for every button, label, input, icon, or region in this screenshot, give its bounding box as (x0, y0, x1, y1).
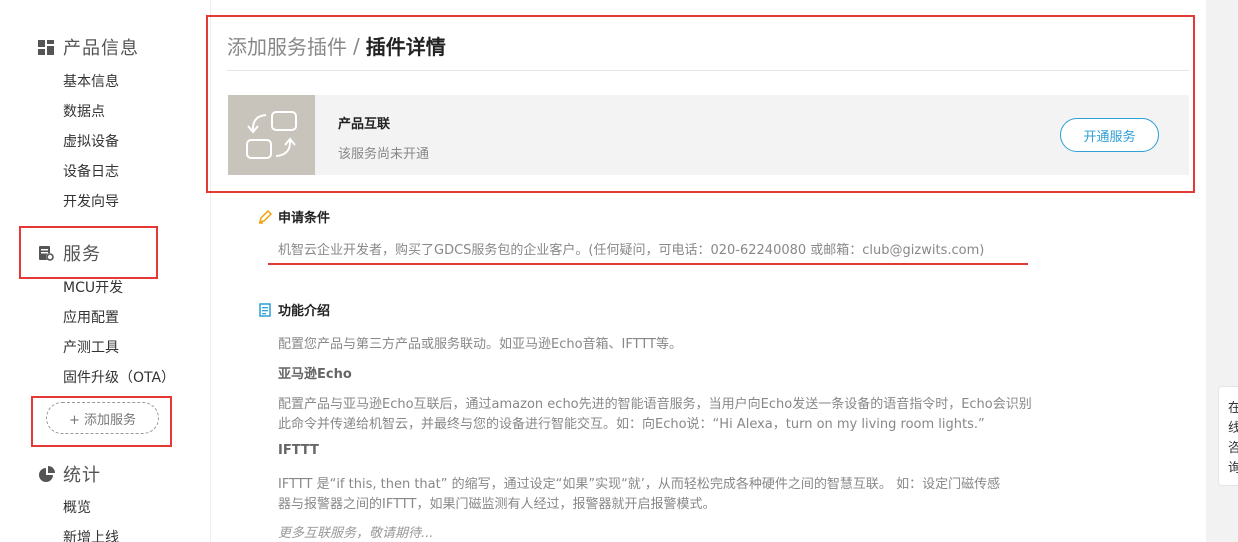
annotation-underline-conditions (268, 263, 1028, 265)
sidebar-item-dev-guide[interactable]: 开发向导 (63, 191, 119, 211)
sidebar-item-mcu-dev[interactable]: MCU开发 (63, 277, 123, 297)
sidebar-section-title: 统计 (63, 465, 101, 486)
ifttt-text-line-2: 器与报警器之间的IFTTT，如果门磁监测有人经过，报警器就开启报警模式。 (278, 497, 716, 512)
sidebar-item-overview[interactable]: 概览 (63, 497, 91, 517)
app-root: 产品信息 基本信息 数据点 虚拟设备 设备日志 开发向导 服务 MCU开发 应用… (0, 0, 1238, 542)
sidebar-item-ota[interactable]: 固件升级（OTA） (63, 367, 175, 387)
more-services-text: 更多互联服务，敬请期待... (278, 526, 434, 541)
sidebar-item-virtual-device[interactable]: 虚拟设备 (63, 131, 119, 151)
sidebar-item-production-test[interactable]: 产测工具 (63, 337, 119, 357)
consult-char: 在 (1228, 401, 1238, 416)
echo-title: 亚马逊Echo (278, 367, 352, 382)
features-title: 功能介绍 (278, 304, 331, 319)
ifttt-text-line-1: IFTTT 是“if this, then that” 的缩写，通过设定“如果”… (278, 477, 1001, 492)
features-heading: 功能介绍 (258, 300, 330, 319)
conditions-text: 机智云企业开发者，购买了GDCS服务包的企业客户。(任何疑问，可电话：020-6… (278, 243, 985, 258)
online-consult-widget[interactable]: 在 线 咨 询 (1218, 386, 1238, 486)
conditions-heading: 申请条件 (258, 207, 330, 226)
sidebar-section-product[interactable]: 产品信息 (38, 34, 139, 60)
grid-icon (38, 39, 55, 56)
pie-chart-icon (38, 465, 55, 483)
document-icon (258, 302, 272, 317)
sidebar-item-datapoints[interactable]: 数据点 (63, 101, 105, 121)
consult-char: 咨 (1228, 441, 1238, 456)
consult-char: 询 (1228, 461, 1238, 476)
annotation-box-plugin-header (206, 15, 1195, 193)
sidebar-item-device-log[interactable]: 设备日志 (63, 161, 119, 181)
sidebar-item-new-online[interactable]: 新增上线 (63, 527, 119, 542)
echo-text-line-2: 此命令并传递给机智云，并最终与您的设备进行智能交互。如：向Echo说：“Hi A… (278, 417, 985, 432)
consult-char: 线 (1228, 421, 1238, 436)
echo-text-line-1: 配置产品与亚马逊Echo互联后，通过amazon echo先进的智能语音服务，当… (278, 397, 1032, 412)
sidebar-section-title: 产品信息 (63, 38, 139, 59)
features-intro: 配置您产品与第三方产品或服务联动。如亚马逊Echo音箱、IFTTT等。 (278, 337, 683, 352)
pen-icon (258, 209, 273, 224)
ifttt-title: IFTTT (278, 443, 319, 458)
annotation-box-add-service (31, 396, 172, 447)
sidebar-section-stats[interactable]: 统计 (38, 461, 101, 487)
sidebar-item-app-config[interactable]: 应用配置 (63, 307, 119, 327)
annotation-box-service-section (19, 226, 158, 279)
conditions-title: 申请条件 (278, 211, 331, 226)
sidebar-item-basic-info[interactable]: 基本信息 (63, 71, 119, 91)
